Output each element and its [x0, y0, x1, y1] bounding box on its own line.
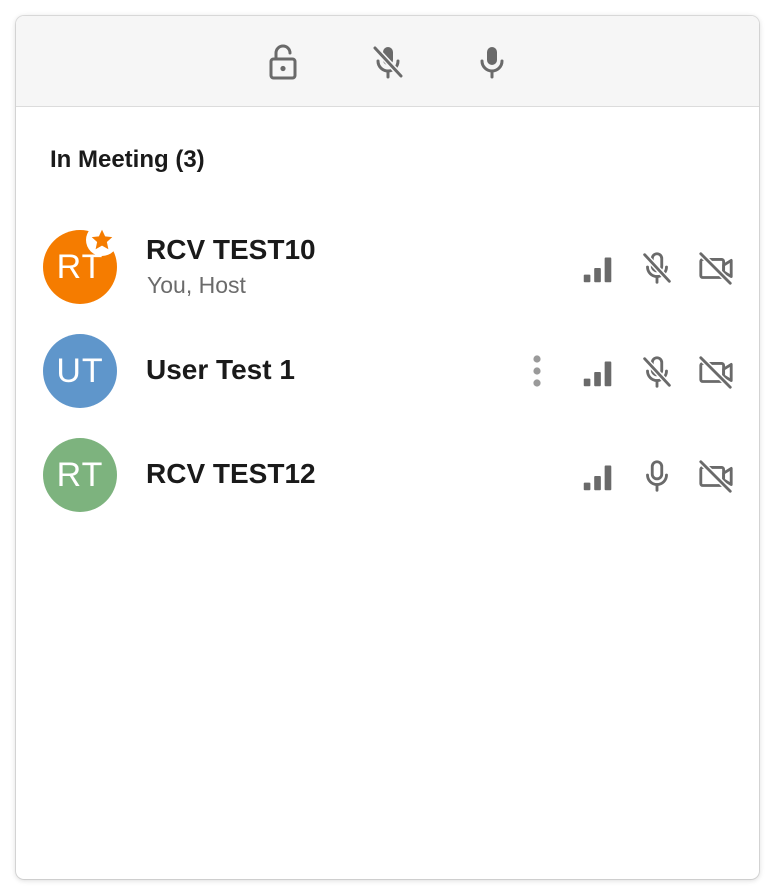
- video-off-icon: [698, 355, 733, 390]
- section-title: In Meeting (3): [50, 146, 205, 173]
- host-badge: [86, 224, 118, 256]
- participant-mic-off-button[interactable]: [637, 248, 677, 288]
- signal-bars-icon: [578, 456, 618, 496]
- signal-bars-icon: [578, 248, 618, 288]
- participants-toolbar: [16, 16, 759, 107]
- more-vertical-icon: [533, 355, 541, 387]
- video-off-icon: [698, 251, 733, 286]
- star-icon: [91, 229, 113, 250]
- participant-name: RCV TEST10: [146, 234, 316, 265]
- participant-mic-button[interactable]: [637, 456, 677, 496]
- participant-mic-off-button[interactable]: [637, 352, 677, 392]
- participant-row[interactable]: RT RCV TEST12: [16, 428, 759, 524]
- unmute-all-button[interactable]: [468, 38, 516, 86]
- mic-off-icon: [372, 45, 404, 79]
- mute-all-button[interactable]: [364, 38, 412, 86]
- participant-row[interactable]: UT User Test 1: [16, 324, 759, 420]
- video-off-icon: [698, 459, 733, 494]
- mic-icon: [480, 47, 504, 79]
- lock-open-icon: [269, 44, 297, 80]
- signal-bars-icon: [578, 352, 618, 392]
- more-options-button[interactable]: [527, 351, 547, 391]
- avatar: UT: [43, 334, 117, 408]
- avatar-initials: RT: [56, 455, 104, 494]
- avatar-initials: UT: [56, 351, 104, 390]
- participant-role: You, Host: [147, 272, 246, 298]
- participant-name: User Test 1: [146, 354, 295, 385]
- meeting-participants-panel: In Meeting (3) RT RCV TEST10 You, Host U…: [16, 16, 759, 879]
- participant-video-off-button[interactable]: [696, 352, 736, 392]
- avatar: RT: [43, 438, 117, 512]
- participant-video-off-button[interactable]: [696, 248, 736, 288]
- participant-row[interactable]: RT RCV TEST10 You, Host: [16, 220, 759, 316]
- participant-video-off-button[interactable]: [696, 456, 736, 496]
- participant-name: RCV TEST12: [146, 458, 316, 489]
- mic-off-icon: [642, 252, 672, 284]
- mic-off-icon: [642, 356, 672, 388]
- lock-meeting-button[interactable]: [259, 38, 307, 86]
- mic-icon: [646, 460, 668, 492]
